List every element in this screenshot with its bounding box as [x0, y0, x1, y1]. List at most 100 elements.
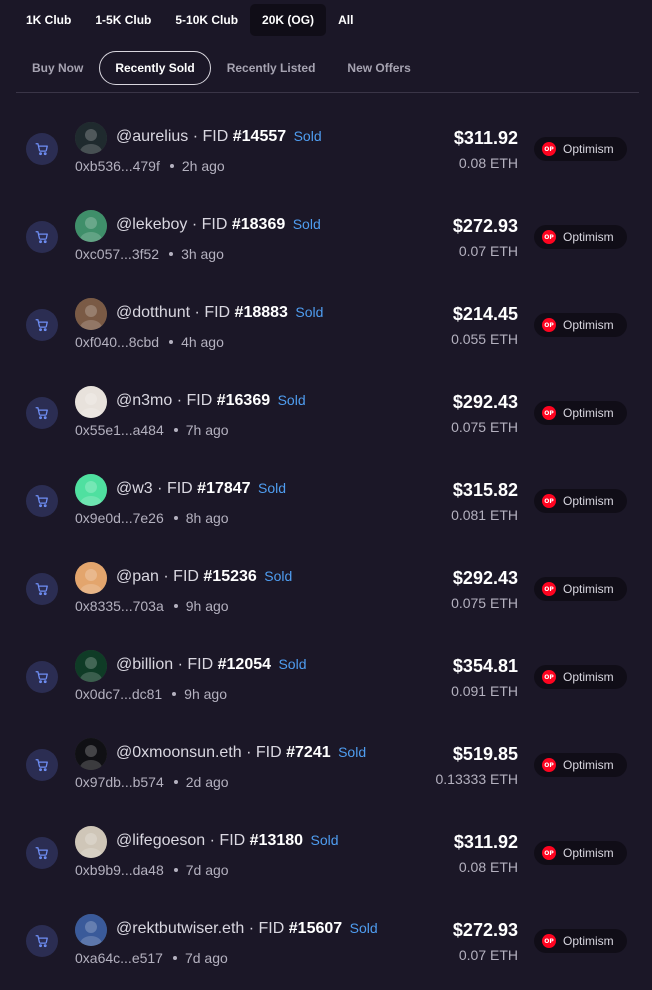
listing-row[interactable]: @billion · FID #12054 Sold 0x0dc7...dc81…: [0, 632, 652, 720]
wallet-address[interactable]: 0x55e1...a484: [75, 422, 164, 438]
wallet-address[interactable]: 0x9e0d...7e26: [75, 510, 164, 526]
listing-row[interactable]: @lifegoeson · FID #13180 Sold 0xb9b9...d…: [0, 808, 652, 896]
cart-button[interactable]: [26, 397, 58, 429]
wallet-address[interactable]: 0x97db...b574: [75, 774, 164, 790]
chain-name: Optimism: [563, 846, 614, 860]
avatar[interactable]: [75, 210, 107, 242]
separator-dot: [172, 956, 177, 961]
listing-title: @w3 · FID #17847 Sold: [116, 480, 287, 497]
cart-button[interactable]: [26, 221, 58, 253]
wallet-address[interactable]: 0xb536...479f: [75, 158, 160, 174]
listing-row[interactable]: @dotthunt · FID #18883 Sold 0xf040...8cb…: [0, 280, 652, 368]
cart-button[interactable]: [26, 661, 58, 693]
tab-1k-club[interactable]: 1K Club: [14, 4, 83, 36]
username-link[interactable]: @n3mo: [116, 392, 172, 409]
avatar[interactable]: [75, 562, 107, 594]
sold-time: 9h ago: [184, 686, 227, 702]
username-link[interactable]: @lekeboy: [116, 216, 187, 233]
cart-button[interactable]: [26, 133, 58, 165]
cart-button[interactable]: [26, 749, 58, 781]
wallet-address[interactable]: 0xf040...8cbd: [75, 334, 159, 350]
listing-title: @pan · FID #15236 Sold: [116, 568, 293, 585]
optimism-icon: OP: [542, 582, 556, 596]
sold-time: 4h ago: [181, 334, 224, 350]
username-link[interactable]: @pan: [116, 568, 159, 585]
listing-row[interactable]: @0xmoonsun.eth · FID #7241 Sold 0x97db..…: [0, 720, 652, 808]
chain-badge: OP Optimism: [534, 313, 627, 337]
price-usd: $272.93: [452, 920, 518, 940]
sold-time: 9h ago: [185, 598, 229, 614]
separator-dot: [169, 340, 174, 345]
activity-tabs: Buy Now Recently Sold Recently Listed Ne…: [16, 51, 427, 85]
tab-20k-og[interactable]: 20K (OG): [250, 4, 327, 36]
username-link[interactable]: @w3: [116, 480, 153, 497]
chain-badge: OP Optimism: [534, 577, 627, 601]
price-usd: $311.92: [453, 832, 518, 852]
username-link[interactable]: @aurelius: [116, 128, 188, 145]
fid-number: #12054: [217, 656, 272, 673]
tab-recently-sold[interactable]: Recently Sold: [99, 51, 211, 85]
price-usd: $292.43: [452, 568, 518, 588]
tab-new-offers[interactable]: New Offers: [331, 51, 426, 85]
chain-name: Optimism: [563, 406, 614, 420]
tab-1-5k-club[interactable]: 1-5K Club: [83, 4, 163, 36]
listing-meta: 0x9e0d...7e26 8h ago: [75, 510, 229, 526]
listing-meta: 0xf040...8cbd 4h ago: [75, 334, 224, 350]
listing-row[interactable]: @rektbutwiser.eth · FID #15607 Sold 0xa6…: [0, 896, 652, 984]
listing-row[interactable]: @n3mo · FID #16369 Sold 0x55e1...a484 7h …: [0, 368, 652, 456]
tab-buy-now[interactable]: Buy Now: [16, 51, 99, 85]
wallet-address[interactable]: 0xb9b9...da48: [75, 862, 164, 878]
listing-row[interactable]: @lekeboy · FID #18369 Sold 0xc057...3f52…: [0, 192, 652, 280]
avatar[interactable]: [75, 122, 107, 154]
cart-button[interactable]: [26, 485, 58, 517]
wallet-address[interactable]: 0xc057...3f52: [75, 246, 159, 262]
price-usd: $272.93: [452, 216, 518, 236]
chain-badge: OP Optimism: [534, 841, 627, 865]
wallet-address[interactable]: 0xa64c...e517: [75, 950, 163, 966]
sold-badge: Sold: [293, 128, 322, 144]
listing-row[interactable]: @pan · FID #15236 Sold 0x8335...703a 9h a…: [0, 544, 652, 632]
avatar[interactable]: [75, 386, 107, 418]
cart-button[interactable]: [26, 925, 58, 957]
tab-5-10k-club[interactable]: 5-10K Club: [163, 4, 250, 36]
separator-dot: [173, 780, 178, 785]
avatar[interactable]: [75, 650, 107, 682]
wallet-address[interactable]: 0x0dc7...dc81: [75, 686, 162, 702]
cart-button[interactable]: [26, 573, 58, 605]
username-link[interactable]: @0xmoonsun.eth: [116, 744, 242, 761]
avatar[interactable]: [75, 914, 107, 946]
cart-icon: [35, 759, 48, 772]
username-link[interactable]: @dotthunt: [116, 304, 190, 321]
username-link[interactable]: @lifegoeson: [116, 832, 205, 849]
tab-recently-listed[interactable]: Recently Listed: [211, 51, 332, 85]
sold-badge: Sold: [349, 920, 378, 936]
avatar[interactable]: [75, 738, 107, 770]
fid-number: #13180: [249, 832, 304, 849]
sold-time: 7d ago: [185, 862, 229, 878]
avatar[interactable]: [75, 298, 107, 330]
avatar[interactable]: [75, 826, 107, 858]
optimism-icon: OP: [542, 318, 556, 332]
avatar[interactable]: [75, 474, 107, 506]
separator-dot: [169, 164, 174, 169]
sold-time: 7h ago: [185, 422, 229, 438]
chain-name: Optimism: [563, 582, 614, 596]
cart-icon: [35, 583, 48, 596]
price-usd: $315.82: [452, 480, 518, 500]
chain-name: Optimism: [563, 494, 614, 508]
cart-button[interactable]: [26, 837, 58, 869]
listing-title: @billion · FID #12054 Sold: [116, 656, 307, 673]
wallet-address[interactable]: 0x8335...703a: [75, 598, 164, 614]
chain-name: Optimism: [563, 758, 614, 772]
cart-button[interactable]: [26, 309, 58, 341]
username-link[interactable]: @rektbutwiser.eth: [116, 920, 244, 937]
listing-title: @dotthunt · FID #18883 Sold: [116, 304, 324, 321]
listing-row[interactable]: @w3 · FID #17847 Sold 0x9e0d...7e26 8h ag…: [0, 456, 652, 544]
optimism-icon: OP: [542, 230, 556, 244]
listing-title: @aurelius · FID #14557 Sold: [116, 128, 322, 145]
tab-all[interactable]: All: [326, 4, 365, 36]
listing-title: @lifegoeson · FID #13180 Sold: [116, 832, 339, 849]
cart-icon: [35, 231, 48, 244]
listing-row[interactable]: @aurelius · FID #14557 Sold 0xb536...479…: [0, 104, 652, 192]
username-link[interactable]: @billion: [116, 656, 173, 673]
